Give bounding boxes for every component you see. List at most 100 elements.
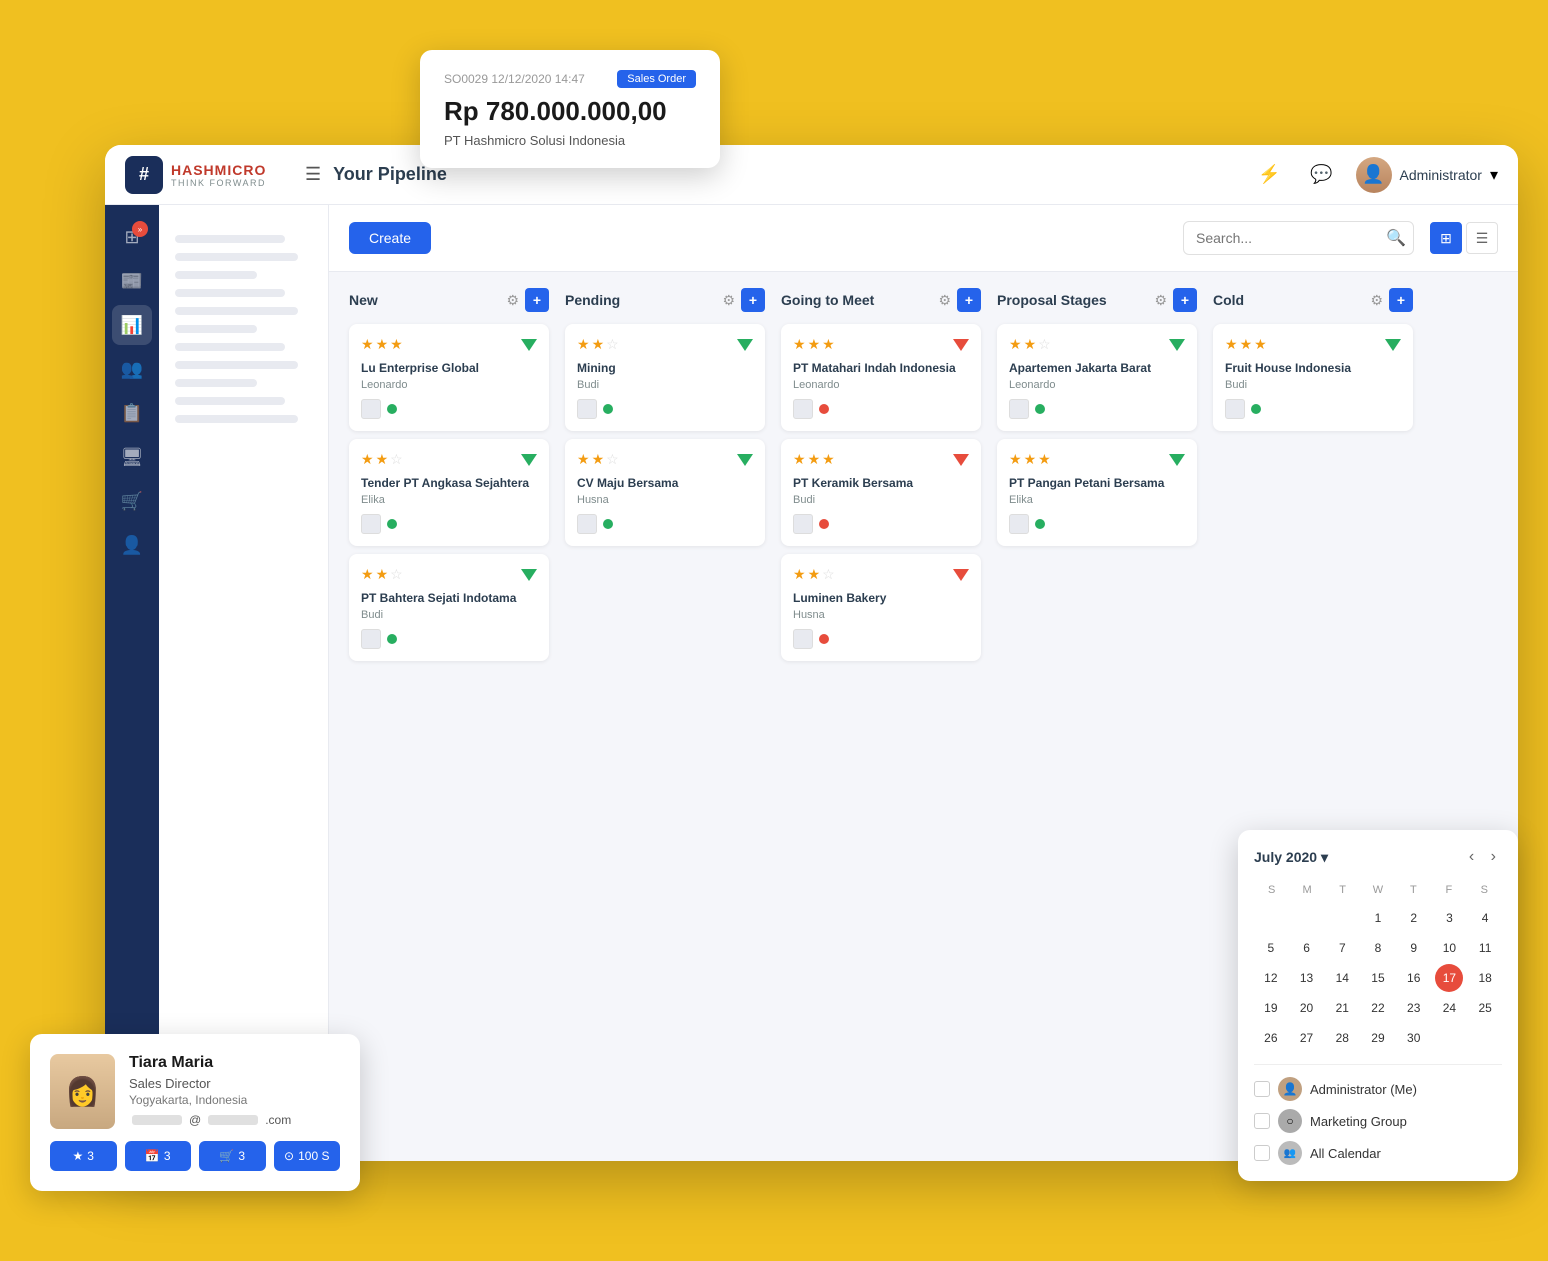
sidebar-item-docs[interactable]: 📋 — [112, 393, 152, 433]
status-dot — [387, 634, 397, 644]
cal-filter-marketing-group[interactable]: ○ Marketing Group — [1254, 1109, 1502, 1133]
gear-icon[interactable]: ⚙ — [722, 292, 735, 309]
sidebar-item-chart[interactable]: 📊 — [112, 305, 152, 345]
calendar-day[interactable]: 14 — [1328, 964, 1356, 992]
sidebar-item-home[interactable]: ⊞ » — [112, 217, 152, 257]
calendar-day[interactable]: 16 — [1400, 964, 1428, 992]
kanban-card[interactable]: ★★☆ Mining Budi — [565, 324, 765, 431]
sidebar-item-news[interactable]: 📰 — [112, 261, 152, 301]
user-action-3-button[interactable]: ★3 — [50, 1141, 117, 1171]
notification-icon[interactable]: ⚡ — [1252, 157, 1288, 193]
star-icon: ★ — [793, 336, 806, 353]
gear-icon[interactable]: ⚙ — [1154, 292, 1167, 309]
user-name: Administrator — [1400, 167, 1482, 183]
kanban-card[interactable]: ★★★ PT Pangan Petani Bersama Elika — [997, 439, 1197, 546]
list-view-button[interactable]: ☰ — [1466, 222, 1498, 254]
calendar-day[interactable]: 10 — [1435, 934, 1463, 962]
calendar-day[interactable]: 21 — [1328, 994, 1356, 1022]
calendar-day[interactable]: 4 — [1471, 904, 1499, 932]
search-button[interactable]: 🔍 — [1386, 228, 1406, 248]
kanban-card[interactable]: ★★☆ CV Maju Bersama Husna — [565, 439, 765, 546]
gear-icon[interactable]: ⚙ — [506, 292, 519, 309]
calendar-day[interactable]: 12 — [1257, 964, 1285, 992]
card-person: Budi — [793, 494, 969, 506]
calendar-day[interactable]: 1 — [1364, 904, 1392, 932]
calendar-day[interactable]: 20 — [1293, 994, 1321, 1022]
user-action-3-button[interactable]: 🛒3 — [199, 1141, 266, 1171]
calendar-day[interactable]: 5 — [1257, 934, 1285, 962]
sidebar-item-screen[interactable]: 🖥 — [112, 437, 152, 477]
calendar-day[interactable]: 3 — [1435, 904, 1463, 932]
kanban-card[interactable]: ★★☆ PT Bahtera Sejati Indotama Budi — [349, 554, 549, 661]
calendar-day[interactable]: 24 — [1435, 994, 1463, 1022]
kanban-card[interactable]: ★★☆ Tender PT Angkasa Sejahtera Elika — [349, 439, 549, 546]
search-input[interactable] — [1183, 221, 1414, 255]
user-action-3-button[interactable]: 📅3 — [125, 1141, 192, 1171]
kanban-card[interactable]: ★★★ PT Keramik Bersama Budi — [781, 439, 981, 546]
cal-filter-checkbox[interactable] — [1254, 1113, 1270, 1129]
gear-icon[interactable]: ⚙ — [938, 292, 951, 309]
grid-view-button[interactable]: ⊞ — [1430, 222, 1462, 254]
calendar-day[interactable]: 26 — [1257, 1024, 1285, 1052]
calendar-popup: July 2020 ▾ ‹ › SMTWTFS 1234567891011121… — [1238, 830, 1518, 1181]
calendar-day[interactable]: 17 — [1435, 964, 1463, 992]
kanban-card[interactable]: ★★★ Lu Enterprise Global Leonardo — [349, 324, 549, 431]
cal-filter-all-calendar[interactable]: 👥 All Calendar — [1254, 1141, 1502, 1165]
calendar-day[interactable]: 23 — [1400, 994, 1428, 1022]
chat-icon[interactable]: 💬 — [1304, 157, 1340, 193]
cart-icon: 🛒 — [121, 491, 143, 512]
calendar-day[interactable]: 15 — [1364, 964, 1392, 992]
calendar-day[interactable]: 6 — [1293, 934, 1321, 962]
calendar-day[interactable]: 13 — [1293, 964, 1321, 992]
calendar-day[interactable]: 7 — [1328, 934, 1356, 962]
sidebar-item-cart[interactable]: 🛒 — [112, 481, 152, 521]
gear-icon[interactable]: ⚙ — [1370, 292, 1383, 309]
status-dot — [1035, 404, 1045, 414]
create-button[interactable]: Create — [349, 222, 431, 254]
nav-placeholder-1 — [159, 229, 328, 439]
calendar-day[interactable]: 18 — [1471, 964, 1499, 992]
calendar-day[interactable]: 28 — [1328, 1024, 1356, 1052]
notification-badge: » — [132, 221, 148, 237]
kanban-add-button[interactable]: + — [741, 288, 765, 312]
kanban-card[interactable]: ★★★ PT Matahari Indah Indonesia Leonardo — [781, 324, 981, 431]
calendar-day[interactable]: 11 — [1471, 934, 1499, 962]
calendar-day[interactable]: 29 — [1364, 1024, 1392, 1052]
cal-filter-checkbox[interactable] — [1254, 1081, 1270, 1097]
hamburger-icon[interactable]: ☰ — [305, 164, 321, 185]
kanban-card[interactable]: ★★☆ Apartemen Jakarta Barat Leonardo — [997, 324, 1197, 431]
calendar-day[interactable]: 8 — [1364, 934, 1392, 962]
kanban-add-button[interactable]: + — [1173, 288, 1197, 312]
star-icon: ☆ — [1038, 336, 1051, 353]
user-action-100 S-button[interactable]: ⊙100 S — [274, 1141, 341, 1171]
calendar-day[interactable]: 2 — [1400, 904, 1428, 932]
user-menu[interactable]: 👤 Administrator ▾ — [1356, 157, 1499, 193]
star-icon: ★ — [1038, 451, 1051, 468]
sidebar-item-profile[interactable]: 👤 — [112, 525, 152, 565]
kanban-col-actions: ⚙ + — [1370, 288, 1413, 312]
card-header: ★★★ — [361, 336, 537, 353]
card-avatar-sm — [1009, 514, 1029, 534]
next-month-button[interactable]: › — [1485, 846, 1502, 868]
calendar-day[interactable]: 22 — [1364, 994, 1392, 1022]
cal-filter-administrator-(me)[interactable]: 👤 Administrator (Me) — [1254, 1077, 1502, 1101]
sidebar-item-users[interactable]: 👥 — [112, 349, 152, 389]
kanban-col-header: Going to Meet ⚙ + — [781, 288, 981, 312]
calendar-day[interactable]: 25 — [1471, 994, 1499, 1022]
calendar-day[interactable]: 27 — [1293, 1024, 1321, 1052]
star-icon: ★ — [376, 566, 389, 583]
kanban-add-button[interactable]: + — [957, 288, 981, 312]
status-dot — [819, 519, 829, 529]
cal-filter-checkbox[interactable] — [1254, 1145, 1270, 1161]
kanban-card[interactable]: ★★★ Fruit House Indonesia Budi — [1213, 324, 1413, 431]
card-badge — [1385, 339, 1401, 351]
calendar-day[interactable]: 9 — [1400, 934, 1428, 962]
kanban-card[interactable]: ★★☆ Luminen Bakery Husna — [781, 554, 981, 661]
card-title: Tender PT Angkasa Sejahtera — [361, 476, 537, 490]
calendar-day[interactable]: 19 — [1257, 994, 1285, 1022]
card-footer — [361, 399, 537, 419]
calendar-day[interactable]: 30 — [1400, 1024, 1428, 1052]
kanban-add-button[interactable]: + — [1389, 288, 1413, 312]
prev-month-button[interactable]: ‹ — [1463, 846, 1480, 868]
kanban-add-button[interactable]: + — [525, 288, 549, 312]
